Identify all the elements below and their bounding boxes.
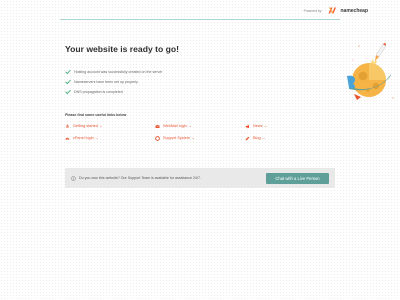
namecheap-logo-icon[interactable] xyxy=(328,7,337,14)
link-label[interactable]: WebMail login → xyxy=(163,124,192,128)
pencil-icon xyxy=(245,136,250,140)
link-blog[interactable]: Blog → xyxy=(245,134,335,142)
megaphone-icon xyxy=(245,124,249,128)
status-checklist: Hosting account was successfully created… xyxy=(65,67,345,97)
info-icon xyxy=(71,175,76,181)
link-label[interactable]: Support System → xyxy=(163,136,195,140)
gauge-icon xyxy=(65,137,70,140)
checklist-item: Hosting account was successfully created… xyxy=(65,67,345,77)
rocket-icon xyxy=(66,123,69,128)
live-chat-button[interactable]: Chat with a Live Person xyxy=(266,172,329,184)
support-text: Do you own this website? Our Support Tea… xyxy=(79,176,201,180)
checklist-item: Nameservers have been set up properly xyxy=(65,77,345,87)
checklist-item-text: Nameservers have been set up properly xyxy=(74,80,138,84)
brand-name[interactable]: namecheap xyxy=(340,8,368,14)
link-getting-started[interactable]: Getting started → xyxy=(65,122,155,130)
link-label[interactable]: Getting started → xyxy=(73,124,103,128)
check-icon xyxy=(65,79,71,85)
checklist-item-text: DNS propagation is completed xyxy=(74,90,123,94)
checklist-item: DNS propagation is completed xyxy=(65,87,345,97)
checklist-item-text: Hosting account was successfully created… xyxy=(74,70,163,74)
header-divider xyxy=(60,19,340,20)
link-webmail-login[interactable]: WebMail login → xyxy=(155,122,245,130)
check-icon xyxy=(65,89,71,95)
link-label[interactable]: News → xyxy=(253,124,267,128)
page-title: Your website is ready to go! xyxy=(65,44,179,54)
lifebuoy-icon xyxy=(155,135,160,141)
link-label[interactable]: cPanel login → xyxy=(73,136,99,140)
link-label[interactable]: Blog → xyxy=(253,136,265,140)
envelope-icon xyxy=(155,124,160,128)
support-banner: Do you own this website? Our Support Tea… xyxy=(65,168,335,188)
useful-links-grid: Getting started → WebMail login → News →… xyxy=(65,122,345,142)
link-news[interactable]: News → xyxy=(245,122,335,130)
link-support-system[interactable]: Support System → xyxy=(155,134,245,142)
rocket-planet-illustration xyxy=(347,42,394,100)
main-content: Your website is ready to go! Hosting acc… xyxy=(65,44,345,142)
link-cpanel-login[interactable]: cPanel login → xyxy=(65,134,155,142)
useful-links-heading: Please find some useful links below xyxy=(65,113,127,117)
powered-by-label: Powered by xyxy=(303,8,322,13)
check-icon xyxy=(65,69,71,75)
brand-bar: Powered by namecheap xyxy=(304,7,368,14)
